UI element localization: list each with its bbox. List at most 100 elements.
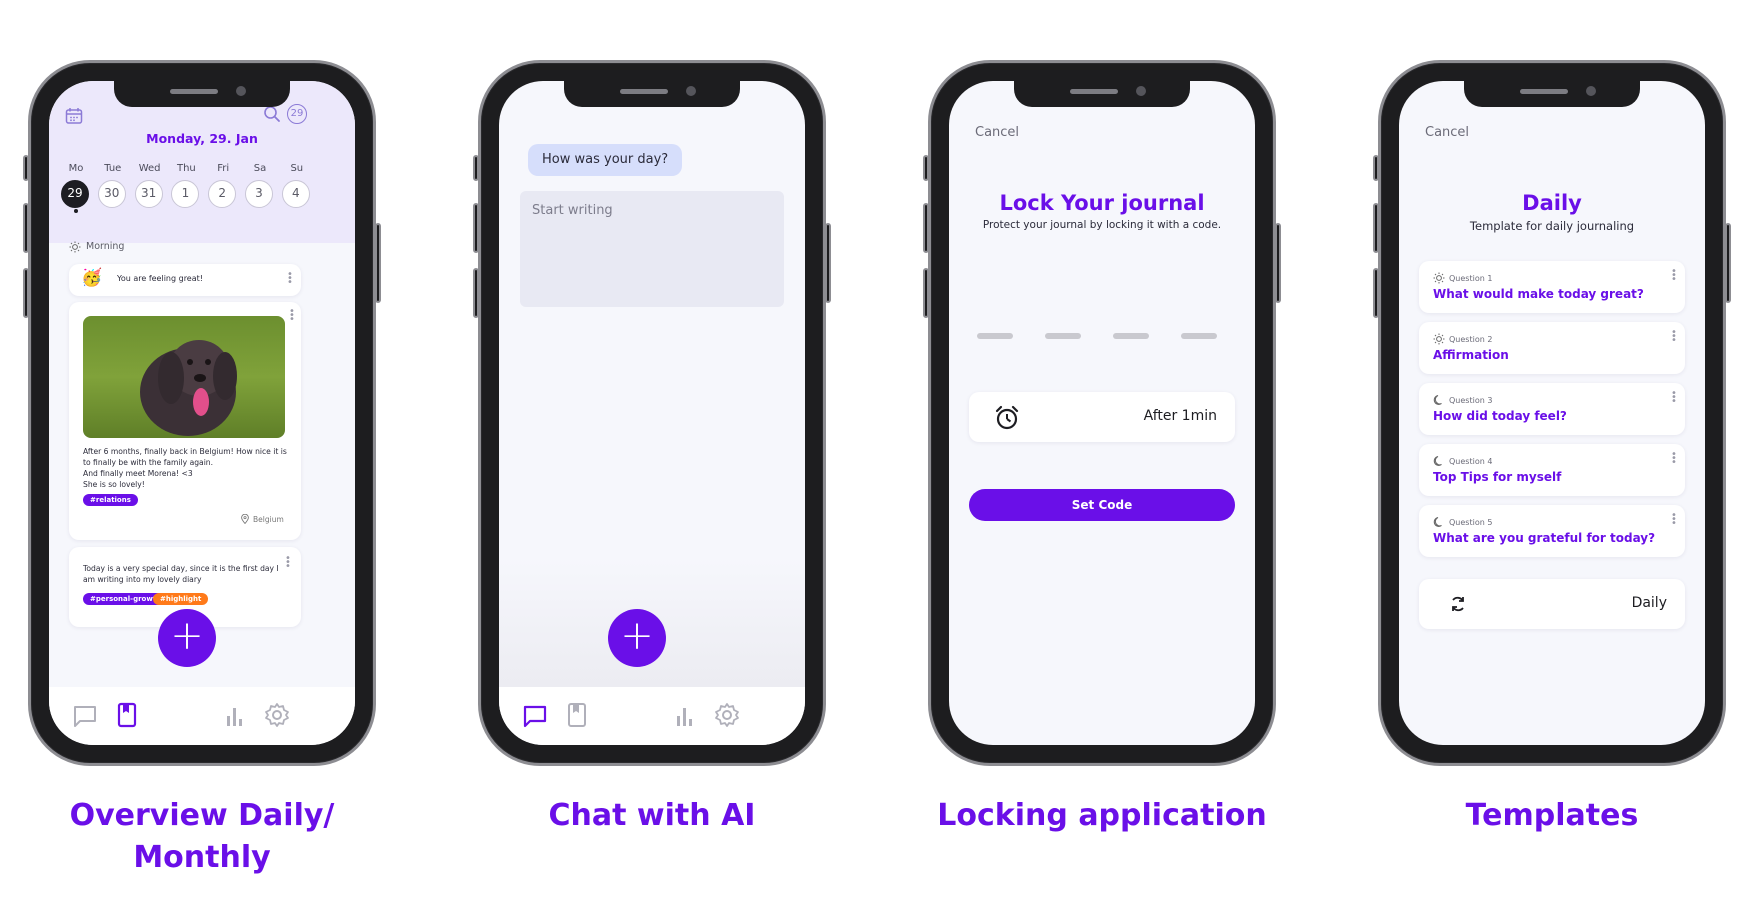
more-options-icon[interactable]: • • • bbox=[1671, 328, 1677, 346]
question-label: Question 2 bbox=[1449, 335, 1493, 344]
day-mo[interactable]: Mo 29 bbox=[61, 163, 91, 208]
more-options-icon[interactable]: • • • bbox=[1671, 511, 1677, 529]
day-fri[interactable]: Fri 2 bbox=[208, 163, 238, 208]
lock-screen: Cancel Lock Your journal Protect your jo… bbox=[949, 81, 1255, 745]
more-options-icon[interactable]: • • • bbox=[1671, 267, 1677, 285]
entry-card[interactable]: • • • After 6 months, finally back in Belg… bbox=[69, 302, 301, 540]
tag-relations[interactable]: #relations bbox=[83, 494, 138, 506]
code-digit-1[interactable] bbox=[977, 333, 1013, 339]
stats-icon[interactable] bbox=[671, 702, 699, 730]
more-options-icon[interactable]: • • • bbox=[289, 307, 295, 325]
bottom-nav bbox=[499, 687, 805, 745]
template-selector-value: Daily bbox=[1631, 595, 1667, 611]
sun-icon bbox=[1433, 333, 1445, 345]
day-name: Wed bbox=[138, 163, 161, 174]
journal-icon[interactable] bbox=[113, 701, 141, 729]
search-icon[interactable] bbox=[263, 105, 281, 123]
day-name: Thu bbox=[176, 163, 196, 174]
more-options-icon[interactable]: • • • bbox=[287, 270, 293, 288]
day-number[interactable]: 4 bbox=[281, 180, 310, 208]
overview-screen: 29 Monday, 29. Jan Mo 29 Tue 30 Wed 31 Thu 1 Fri… bbox=[49, 81, 355, 745]
mood-card[interactable]: 🥳 You are feeling great! • • • bbox=[69, 264, 301, 296]
code-digit-2[interactable] bbox=[1045, 333, 1081, 339]
phone-lock: Cancel Lock Your journal Protect your jo… bbox=[923, 60, 1281, 766]
question-title: What would make today great? bbox=[1433, 287, 1644, 301]
phone-templates: Cancel Daily Template for daily journali… bbox=[1373, 60, 1731, 766]
chat-icon[interactable] bbox=[71, 702, 99, 730]
add-entry-button[interactable]: + bbox=[158, 609, 216, 667]
day-sa[interactable]: Sa 3 bbox=[245, 163, 275, 208]
today-dot bbox=[74, 209, 78, 213]
more-options-icon[interactable]: • • • bbox=[1671, 389, 1677, 407]
day-wed[interactable]: Wed 31 bbox=[134, 163, 165, 208]
phone-overview: 29 Monday, 29. Jan Mo 29 Tue 30 Wed 31 Thu 1 Fri… bbox=[23, 60, 381, 766]
date-title: Monday, 29. Jan bbox=[146, 131, 258, 146]
template-title: Daily bbox=[1522, 191, 1582, 215]
templates-screen: Cancel Daily Template for daily journali… bbox=[1399, 81, 1705, 745]
set-code-button[interactable]: Set Code bbox=[969, 489, 1235, 521]
month-badge[interactable]: 29 bbox=[287, 104, 307, 124]
caption-lock: Locking application bbox=[937, 798, 1267, 833]
entry-text: After 6 months, finally back in Belgium!… bbox=[83, 447, 287, 489]
entry-location: Belgium bbox=[253, 515, 284, 524]
location-pin-icon bbox=[241, 514, 249, 524]
cancel-button[interactable]: Cancel bbox=[975, 125, 1019, 140]
chat-icon[interactable] bbox=[521, 702, 549, 730]
question-label: Question 4 bbox=[1449, 457, 1493, 466]
question-card-2[interactable]: Question 2 Affirmation • • • bbox=[1419, 322, 1685, 374]
day-tue[interactable]: Tue 30 bbox=[97, 163, 128, 208]
chat-screen: How was your day? Start writing + bbox=[499, 81, 805, 745]
alarm-clock-icon bbox=[995, 405, 1019, 430]
day-su[interactable]: Su 4 bbox=[281, 163, 312, 208]
day-name: Sa bbox=[253, 163, 267, 174]
day-number[interactable]: 29 bbox=[61, 180, 89, 208]
question-title: How did today feel? bbox=[1433, 409, 1567, 423]
phone-chat: How was your day? Start writing + bbox=[473, 60, 831, 766]
sun-icon bbox=[1433, 272, 1445, 284]
moon-icon bbox=[1433, 395, 1442, 405]
lock-subtitle: Protect your journal by locking it with … bbox=[982, 219, 1222, 231]
stats-icon[interactable] bbox=[221, 702, 249, 730]
day-number[interactable]: 1 bbox=[171, 180, 200, 208]
question-card-3[interactable]: Question 3 How did today feel? • • • bbox=[1419, 383, 1685, 435]
day-number[interactable]: 2 bbox=[208, 180, 237, 208]
calendar-icon[interactable] bbox=[65, 107, 83, 125]
question-card-4[interactable]: Question 4 Top Tips for myself • • • bbox=[1419, 444, 1685, 496]
caption-templates: Templates bbox=[1465, 798, 1639, 833]
journal-icon[interactable] bbox=[563, 701, 591, 729]
template-selector[interactable]: Daily bbox=[1419, 579, 1685, 629]
tag-highlight[interactable]: #highlight bbox=[153, 593, 209, 605]
question-label: Question 1 bbox=[1449, 274, 1493, 283]
day-number[interactable]: 31 bbox=[134, 180, 163, 208]
auto-lock-timer[interactable]: After 1min bbox=[969, 392, 1235, 442]
timer-value: After 1min bbox=[1143, 408, 1217, 424]
dog-photo[interactable] bbox=[83, 316, 285, 438]
day-number[interactable]: 30 bbox=[97, 180, 126, 208]
writing-input[interactable]: Start writing bbox=[520, 191, 784, 307]
question-title: Affirmation bbox=[1433, 348, 1509, 362]
entry2-text: Today is a very special day, since it is… bbox=[83, 564, 279, 584]
bottom-nav bbox=[49, 687, 355, 745]
day-thu[interactable]: Thu 1 bbox=[171, 163, 201, 208]
moon-icon bbox=[1433, 517, 1442, 527]
question-card-5[interactable]: Question 5 What are you grateful for toda… bbox=[1419, 505, 1685, 557]
settings-icon[interactable] bbox=[713, 701, 741, 729]
sun-icon bbox=[69, 241, 81, 253]
mood-text: You are feeling great! bbox=[117, 274, 203, 283]
section-label: Morning bbox=[86, 241, 125, 252]
caption-chat: Chat with AI bbox=[548, 798, 756, 833]
question-card-1[interactable]: Question 1 What would make today great? • •… bbox=[1419, 261, 1685, 313]
question-title: What are you grateful for today? bbox=[1433, 531, 1656, 545]
template-subtitle: Template for daily journaling bbox=[1469, 219, 1635, 233]
settings-icon[interactable] bbox=[263, 701, 291, 729]
day-name: Su bbox=[290, 163, 304, 174]
code-digit-3[interactable] bbox=[1113, 333, 1149, 339]
code-digit-4[interactable] bbox=[1181, 333, 1217, 339]
refresh-icon[interactable] bbox=[1449, 595, 1467, 613]
question-label: Question 3 bbox=[1449, 396, 1493, 405]
more-options-icon[interactable]: • • • bbox=[1671, 450, 1677, 468]
day-number[interactable]: 3 bbox=[245, 180, 273, 208]
day-name: Mo bbox=[68, 163, 84, 174]
add-entry-button[interactable]: + bbox=[608, 609, 666, 667]
cancel-button[interactable]: Cancel bbox=[1425, 125, 1469, 140]
